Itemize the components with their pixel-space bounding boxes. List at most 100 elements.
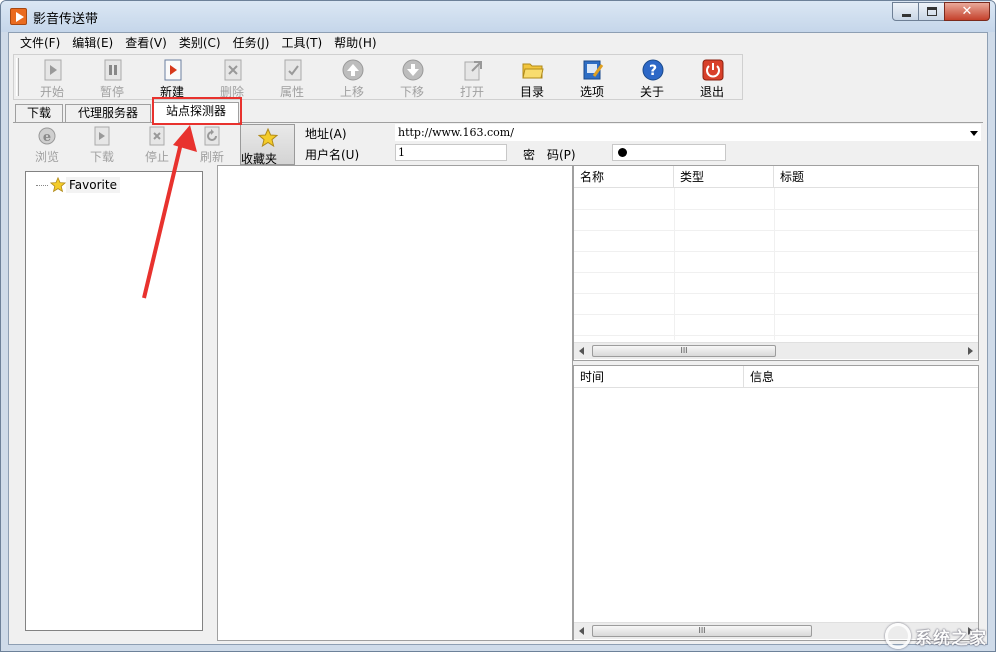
title-bar[interactable]: 影音传送带 ✕ <box>1 1 995 32</box>
grid-line <box>574 251 978 252</box>
options-icon <box>583 60 604 80</box>
scroll-thumb[interactable]: III <box>592 345 776 357</box>
stop-button[interactable]: 停止 <box>130 124 184 164</box>
maximize-button[interactable] <box>918 2 945 21</box>
grid-line <box>574 314 978 315</box>
watermark: 系统之家 <box>885 623 987 649</box>
close-icon: ✕ <box>961 4 973 19</box>
username-label: 用户名(U) <box>305 148 360 162</box>
delete-icon <box>224 59 242 81</box>
minimize-icon <box>902 14 911 17</box>
play-icon <box>44 59 62 81</box>
main-toolbar: 开始 暂停 新建 删除 属性 上移 下移 打开 目录 选项 ? 关于 退出 <box>13 54 743 100</box>
app-logo-icon[interactable] <box>10 8 27 25</box>
menu-category[interactable]: 类别(C) <box>173 33 227 53</box>
browse-button[interactable]: e 浏览 <box>20 124 74 164</box>
browse-icon: e <box>38 127 56 145</box>
username-value: 1 <box>398 146 405 159</box>
properties-icon <box>284 59 302 81</box>
column-name[interactable]: 名称 <box>574 166 674 188</box>
move-down-button[interactable]: 下移 <box>382 56 442 100</box>
open-button[interactable]: 打开 <box>442 56 502 100</box>
move-up-button[interactable]: 上移 <box>322 56 382 100</box>
maximize-icon <box>927 7 937 16</box>
tab-download[interactable]: 下载 <box>15 104 63 122</box>
grid-line <box>674 188 675 340</box>
svg-text:e: e <box>43 130 51 145</box>
download-button[interactable]: 下载 <box>75 124 129 164</box>
password-label: 密 码(P) <box>523 148 576 162</box>
username-input[interactable]: 1 <box>395 144 507 161</box>
favorites-button[interactable]: 收藏夹 <box>240 124 295 166</box>
properties-button[interactable]: 属性 <box>262 56 322 100</box>
about-button[interactable]: ? 关于 <box>622 56 682 100</box>
star-icon <box>258 128 278 148</box>
column-title[interactable]: 标题 <box>774 166 978 188</box>
scroll-left-icon[interactable] <box>579 347 584 355</box>
grid-line <box>574 335 978 336</box>
watermark-logo-icon <box>885 623 911 649</box>
delete-button[interactable]: 删除 <box>202 56 262 100</box>
exit-button[interactable]: 退出 <box>682 56 742 100</box>
star-icon <box>50 177 66 193</box>
menu-view[interactable]: 查看(V) <box>119 33 173 53</box>
grid-line <box>574 293 978 294</box>
column-info[interactable]: 信息 <box>744 366 978 388</box>
watermark-text: 系统之家 <box>915 628 987 649</box>
menu-task[interactable]: 任务(J) <box>227 33 276 53</box>
pause-icon <box>104 59 122 81</box>
folder-icon <box>522 63 544 79</box>
log-list-panel[interactable]: 时间 信息 III <box>573 365 979 641</box>
site-content-panel[interactable] <box>217 165 573 641</box>
app-window: 影音传送带 ✕ 文件(F) 编辑(E) 查看(V) 类别(C) 任务(J) 工具… <box>0 0 996 652</box>
address-label: 地址(A) <box>305 127 347 141</box>
menu-edit[interactable]: 编辑(E) <box>66 33 119 53</box>
menu-help[interactable]: 帮助(H) <box>328 33 382 53</box>
grid-line <box>574 272 978 273</box>
scroll-right-icon[interactable] <box>968 347 973 355</box>
menu-file[interactable]: 文件(F) <box>14 33 66 53</box>
explorer-toolbar: e 浏览 下载 停止 刷新 <box>18 124 238 164</box>
scroll-left-icon[interactable] <box>579 627 584 635</box>
stop-icon <box>149 126 165 146</box>
password-mask <box>618 148 627 157</box>
start-button[interactable]: 开始 <box>22 56 82 100</box>
column-time[interactable]: 时间 <box>574 366 744 388</box>
file-list-hscrollbar[interactable]: III <box>574 342 978 359</box>
folder-button[interactable]: 目录 <box>502 56 562 100</box>
grid-line <box>574 209 978 210</box>
pause-button[interactable]: 暂停 <box>82 56 142 100</box>
help-icon: ? <box>642 59 664 81</box>
password-input[interactable] <box>612 144 726 161</box>
new-button[interactable]: 新建 <box>142 56 202 100</box>
close-button[interactable]: ✕ <box>944 2 990 21</box>
refresh-button[interactable]: 刷新 <box>185 124 239 164</box>
log-list-header: 时间 信息 <box>574 366 978 388</box>
power-icon <box>702 59 724 81</box>
open-icon <box>464 61 482 81</box>
options-button[interactable]: 选项 <box>562 56 622 100</box>
column-type[interactable]: 类型 <box>674 166 774 188</box>
grid-line <box>574 230 978 231</box>
tree-item-favorite[interactable]: Favorite <box>36 176 120 194</box>
tree-connector <box>36 184 48 186</box>
dropdown-arrow-icon[interactable] <box>970 131 978 136</box>
move-down-icon <box>402 59 424 81</box>
grid-line <box>774 188 775 340</box>
client-area: 文件(F) 编辑(E) 查看(V) 类别(C) 任务(J) 工具(T) 帮助(H… <box>8 32 988 645</box>
tree-item-label: Favorite <box>66 177 120 193</box>
menu-tools[interactable]: 工具(T) <box>275 33 328 53</box>
move-up-icon <box>342 59 364 81</box>
tab-proxy-server[interactable]: 代理服务器 <box>65 104 151 122</box>
refresh-icon <box>204 126 220 146</box>
scroll-thumb[interactable]: III <box>592 625 812 637</box>
address-value: http://www.163.com/ <box>398 126 514 139</box>
minimize-button[interactable] <box>892 2 919 21</box>
menu-bar: 文件(F) 编辑(E) 查看(V) 类别(C) 任务(J) 工具(T) 帮助(H… <box>9 33 987 53</box>
address-input[interactable]: http://www.163.com/ <box>395 124 981 141</box>
highlight-box <box>152 97 242 125</box>
toolbar-grip[interactable] <box>16 58 19 96</box>
file-list-panel[interactable]: 名称 类型 标题 III <box>573 165 979 361</box>
download-icon <box>94 126 110 146</box>
favorites-tree[interactable]: Favorite <box>25 171 203 631</box>
